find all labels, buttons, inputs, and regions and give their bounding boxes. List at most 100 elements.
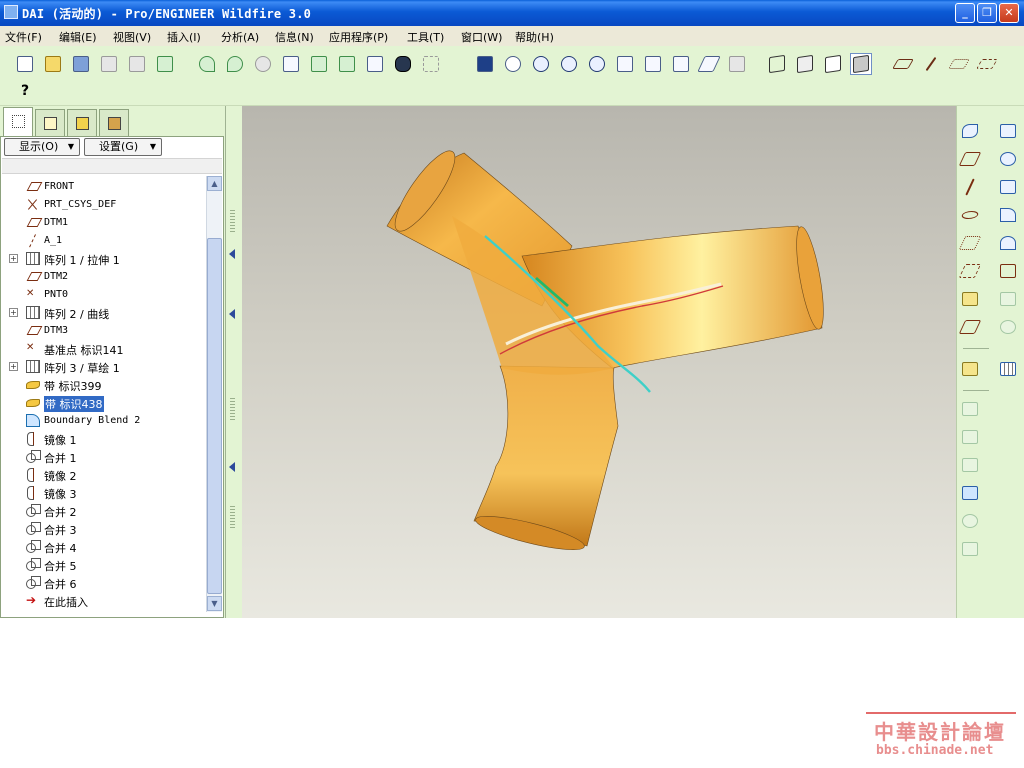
- paste-icon[interactable]: [308, 53, 330, 75]
- find-icon[interactable]: [392, 53, 414, 75]
- datum-plane-tool-icon[interactable]: [958, 148, 982, 170]
- orient-icon[interactable]: [530, 53, 552, 75]
- redo-icon[interactable]: [224, 53, 246, 75]
- save-icon[interactable]: [70, 53, 92, 75]
- tree-item[interactable]: 带 标识438: [2, 394, 204, 412]
- csys-toggle-icon[interactable]: [976, 53, 998, 75]
- tree-item[interactable]: DTM2: [2, 268, 204, 286]
- analysis-feature-icon[interactable]: [959, 288, 981, 310]
- expand-icon[interactable]: +: [9, 308, 18, 317]
- sweep-icon[interactable]: [959, 454, 981, 476]
- menu-applications[interactable]: 应用程序(P): [329, 29, 388, 45]
- tree-item[interactable]: 镜像 2: [2, 466, 204, 484]
- menu-edit[interactable]: 编辑(E): [59, 29, 97, 45]
- scroll-up-button[interactable]: ▲: [207, 176, 222, 191]
- refit-icon[interactable]: [614, 53, 636, 75]
- undo-icon[interactable]: [196, 53, 218, 75]
- settings-dropdown[interactable]: 设置(G) ▼: [84, 138, 162, 156]
- navigator-splitter[interactable]: [226, 106, 242, 618]
- tree-scrollbar[interactable]: ▲ ▼: [206, 176, 222, 612]
- favorites-tab[interactable]: [67, 109, 97, 137]
- tree-item[interactable]: + 阵列 1 / 拉伸 1: [2, 250, 204, 268]
- insert-feature-icon[interactable]: [959, 358, 981, 380]
- whats-this-icon[interactable]: ?: [14, 80, 36, 102]
- collapse-left-icon[interactable]: [229, 462, 235, 472]
- datum-axis-tool-icon[interactable]: [959, 176, 981, 198]
- datum-planes-toggle-icon[interactable]: [892, 53, 914, 75]
- datum-display-icon[interactable]: [474, 53, 496, 75]
- tree-item[interactable]: DTM1: [2, 214, 204, 232]
- restore-button[interactable]: ❐: [977, 3, 997, 23]
- datum-axes-toggle-icon[interactable]: [920, 53, 942, 75]
- saved-views-icon[interactable]: [670, 53, 692, 75]
- tree-item[interactable]: A_1: [2, 232, 204, 250]
- expand-icon[interactable]: +: [9, 254, 18, 263]
- mirror-tool-icon[interactable]: [959, 538, 981, 560]
- tree-item[interactable]: 镜像 1: [2, 430, 204, 448]
- tree-item[interactable]: ✕ 基准点 标识141: [2, 340, 204, 358]
- tree-item[interactable]: 合并 4: [2, 538, 204, 556]
- tree-item[interactable]: 合并 1: [2, 448, 204, 466]
- new-icon[interactable]: [14, 53, 36, 75]
- menu-info[interactable]: 信息(N): [275, 29, 314, 45]
- tree-item[interactable]: + 阵列 3 / 草绘 1: [2, 358, 204, 376]
- layers-icon[interactable]: [697, 53, 721, 75]
- menu-window[interactable]: 窗口(W): [461, 29, 502, 45]
- tree-item[interactable]: 合并 2: [2, 502, 204, 520]
- blend-surface-icon[interactable]: [959, 482, 981, 504]
- model-tree-tab[interactable]: [3, 107, 33, 137]
- send-icon[interactable]: [126, 53, 148, 75]
- tree-item[interactable]: ➔ 在此插入: [2, 592, 204, 610]
- regenerate-icon[interactable]: [364, 53, 386, 75]
- spin-center-icon[interactable]: [502, 53, 524, 75]
- folder-browser-tab[interactable]: [35, 109, 65, 137]
- import-icon[interactable]: [958, 316, 982, 338]
- open-icon[interactable]: [42, 53, 64, 75]
- scroll-thumb[interactable]: [207, 238, 222, 594]
- shell-icon[interactable]: [997, 232, 1019, 254]
- tree-item[interactable]: 合并 6: [2, 574, 204, 592]
- copy-icon[interactable]: [280, 53, 302, 75]
- draft-icon[interactable]: [997, 288, 1019, 310]
- menu-help[interactable]: 帮助(H): [515, 29, 554, 45]
- boundary-blend-tool-icon[interactable]: [959, 510, 981, 532]
- collapse-left-icon[interactable]: [229, 309, 235, 319]
- scroll-down-button[interactable]: ▼: [207, 596, 222, 611]
- email-icon[interactable]: [154, 53, 176, 75]
- tree-item[interactable]: 镜像 3: [2, 484, 204, 502]
- collapse-left-icon[interactable]: [229, 249, 235, 259]
- menu-insert[interactable]: 插入(I): [167, 29, 201, 45]
- shading-icon[interactable]: [850, 53, 872, 75]
- paste-special-icon[interactable]: [336, 53, 358, 75]
- no-hidden-icon[interactable]: [822, 53, 844, 75]
- datum-point-tool-icon[interactable]: [958, 232, 982, 254]
- csys-tool-icon[interactable]: [958, 260, 982, 282]
- sketched-curve-icon[interactable]: [959, 120, 981, 142]
- model-3d-view[interactable]: [242, 106, 956, 618]
- show-dropdown[interactable]: 显示(O) ▼: [4, 138, 80, 156]
- round-icon[interactable]: [997, 316, 1019, 338]
- revolve-icon[interactable]: [959, 426, 981, 448]
- connections-tab[interactable]: [99, 109, 129, 137]
- select-box-icon[interactable]: [420, 53, 442, 75]
- menu-file[interactable]: 文件(F): [5, 29, 42, 45]
- graphics-window[interactable]: [242, 106, 956, 618]
- close-button[interactable]: ✕: [999, 3, 1019, 23]
- tree-item[interactable]: ✕ PNT0: [2, 286, 204, 304]
- merge-tool-icon[interactable]: [997, 120, 1019, 142]
- extrude-icon[interactable]: [959, 398, 981, 420]
- tree-item[interactable]: FRONT: [2, 178, 204, 196]
- view-manager-icon[interactable]: [726, 53, 748, 75]
- tree-item[interactable]: + 阵列 2 / 曲线: [2, 304, 204, 322]
- cut-icon[interactable]: [252, 53, 274, 75]
- menu-tools[interactable]: 工具(T): [407, 29, 444, 45]
- repaint-icon[interactable]: [642, 53, 664, 75]
- zoom-in-icon[interactable]: [558, 53, 580, 75]
- tree-item[interactable]: Boundary Blend 2: [2, 412, 204, 430]
- hole-icon[interactable]: [997, 204, 1019, 226]
- datum-points-toggle-icon[interactable]: [948, 53, 970, 75]
- tree-item[interactable]: PRT_CSYS_DEF: [2, 196, 204, 214]
- print-icon[interactable]: [98, 53, 120, 75]
- trim-tool-icon[interactable]: [997, 148, 1019, 170]
- menu-view[interactable]: 视图(V): [113, 29, 151, 45]
